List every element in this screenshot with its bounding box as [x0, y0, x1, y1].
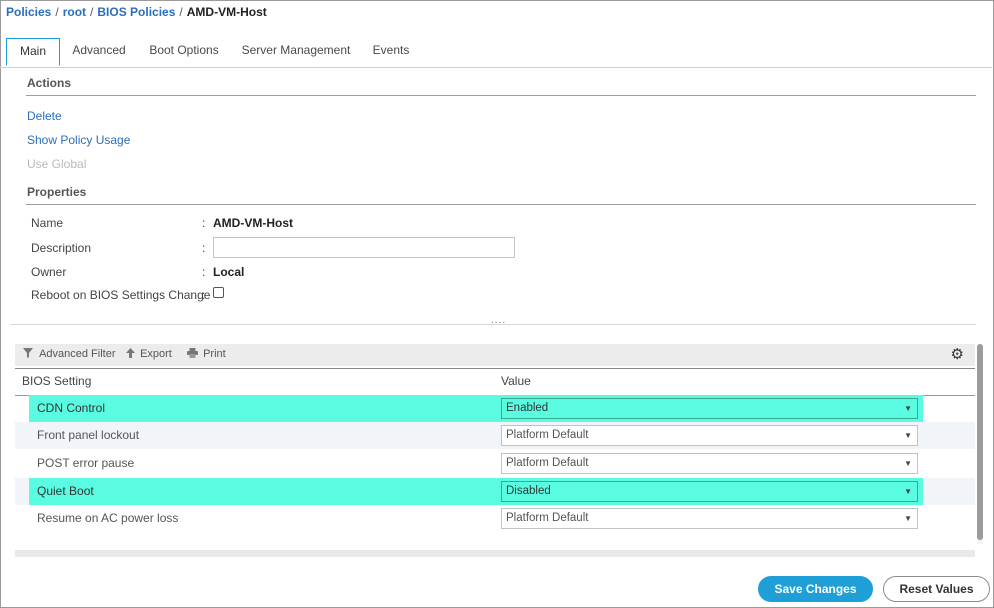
table-row[interactable]: Front panel lockout Platform Default ▼ — [15, 422, 975, 449]
value-select[interactable]: Disabled ▼ — [501, 481, 918, 502]
print-label: Print — [203, 348, 226, 360]
breadcrumb-separator: / — [90, 5, 94, 19]
filter-icon — [23, 348, 37, 360]
delete-link[interactable]: Delete — [27, 109, 62, 123]
scrollbar-thumb[interactable] — [977, 344, 983, 540]
chevron-down-icon: ▼ — [904, 404, 912, 413]
tab-main[interactable]: Main — [6, 38, 60, 66]
breadcrumb-bios-policies[interactable]: BIOS Policies — [97, 5, 175, 19]
tab-events[interactable]: Events — [366, 38, 416, 66]
use-global-link: Use Global — [27, 157, 87, 171]
table-row[interactable]: Quiet Boot Disabled ▼ — [15, 478, 975, 505]
breadcrumb-root[interactable]: root — [63, 5, 86, 19]
show-policy-usage-link[interactable]: Show Policy Usage — [27, 133, 130, 147]
value-select-text: Platform Default — [506, 457, 589, 469]
bios-setting-name: Quiet Boot — [37, 484, 94, 498]
breadcrumb: Policies / root / BIOS Policies / AMD-VM-Host — [6, 5, 267, 19]
export-icon — [126, 348, 138, 360]
chevron-down-icon: ▼ — [904, 431, 912, 440]
grid-footer — [15, 550, 975, 557]
chevron-down-icon: ▼ — [904, 487, 912, 496]
name-label: Name — [31, 216, 64, 230]
reset-values-button[interactable]: Reset Values — [883, 576, 990, 602]
reboot-colon: : — [202, 288, 206, 302]
column-header-value[interactable]: Value — [501, 374, 531, 388]
tab-server-management[interactable]: Server Management — [236, 38, 356, 66]
advanced-filter-button[interactable]: Advanced Filter — [23, 348, 116, 360]
chevron-down-icon: ▼ — [904, 459, 912, 468]
grid-toolbar: Advanced Filter Export Print ⚙ — [15, 344, 975, 366]
chevron-down-icon: ▼ — [904, 514, 912, 523]
description-input[interactable] — [213, 237, 515, 258]
tab-bar: Main Advanced Boot Options Server Manage… — [0, 38, 992, 68]
description-colon: : — [202, 241, 206, 255]
value-select[interactable]: Enabled ▼ — [501, 398, 918, 419]
owner-value: Local — [213, 265, 245, 279]
owner-colon: : — [202, 265, 206, 279]
bios-setting-name: POST error pause — [37, 456, 135, 470]
value-select-text: Platform Default — [506, 512, 589, 524]
export-label: Export — [140, 348, 172, 360]
value-select-text: Enabled — [506, 402, 549, 414]
export-button[interactable]: Export — [126, 348, 172, 360]
bios-setting-name: Resume on AC power loss — [37, 511, 179, 525]
advanced-filter-label: Advanced Filter — [39, 348, 116, 360]
actions-title: Actions — [27, 76, 72, 90]
breadcrumb-separator: / — [179, 5, 183, 19]
properties-divider — [26, 204, 976, 205]
breadcrumb-separator: / — [55, 5, 59, 19]
value-select[interactable]: Platform Default ▼ — [501, 508, 918, 529]
print-button[interactable]: Print — [187, 348, 226, 360]
reboot-checkbox[interactable] — [213, 287, 224, 298]
owner-label: Owner — [31, 265, 67, 279]
value-select-text: Disabled — [506, 485, 551, 497]
gear-icon[interactable]: ⚙ — [951, 345, 964, 363]
tab-advanced[interactable]: Advanced — [64, 38, 134, 66]
save-changes-button[interactable]: Save Changes — [758, 576, 873, 602]
value-select-text: Platform Default — [506, 429, 589, 441]
value-select[interactable]: Platform Default ▼ — [501, 453, 918, 474]
actions-divider — [26, 95, 976, 96]
breadcrumb-policies[interactable]: Policies — [6, 5, 51, 19]
splitter-grip[interactable]: .... — [491, 315, 506, 326]
value-select[interactable]: Platform Default ▼ — [501, 425, 918, 446]
properties-title: Properties — [27, 185, 87, 199]
name-value: AMD-VM-Host — [213, 216, 293, 230]
description-label: Description — [31, 241, 92, 255]
breadcrumb-current: AMD-VM-Host — [186, 5, 267, 19]
table-row[interactable]: Resume on AC power loss Platform Default… — [15, 505, 975, 532]
tab-boot-options[interactable]: Boot Options — [142, 38, 226, 66]
table-row[interactable]: CDN Control Enabled ▼ — [15, 395, 975, 422]
column-header-bios-setting[interactable]: BIOS Setting — [22, 374, 91, 388]
table-row[interactable]: POST error pause Platform Default ▼ — [15, 450, 975, 477]
bios-setting-name: CDN Control — [37, 401, 106, 415]
grid-header: BIOS Setting Value — [15, 368, 975, 396]
bios-setting-name: Front panel lockout — [37, 428, 140, 442]
name-colon: : — [202, 216, 206, 230]
reboot-label: Reboot on BIOS Settings Change — [31, 288, 211, 302]
print-icon — [187, 348, 201, 360]
